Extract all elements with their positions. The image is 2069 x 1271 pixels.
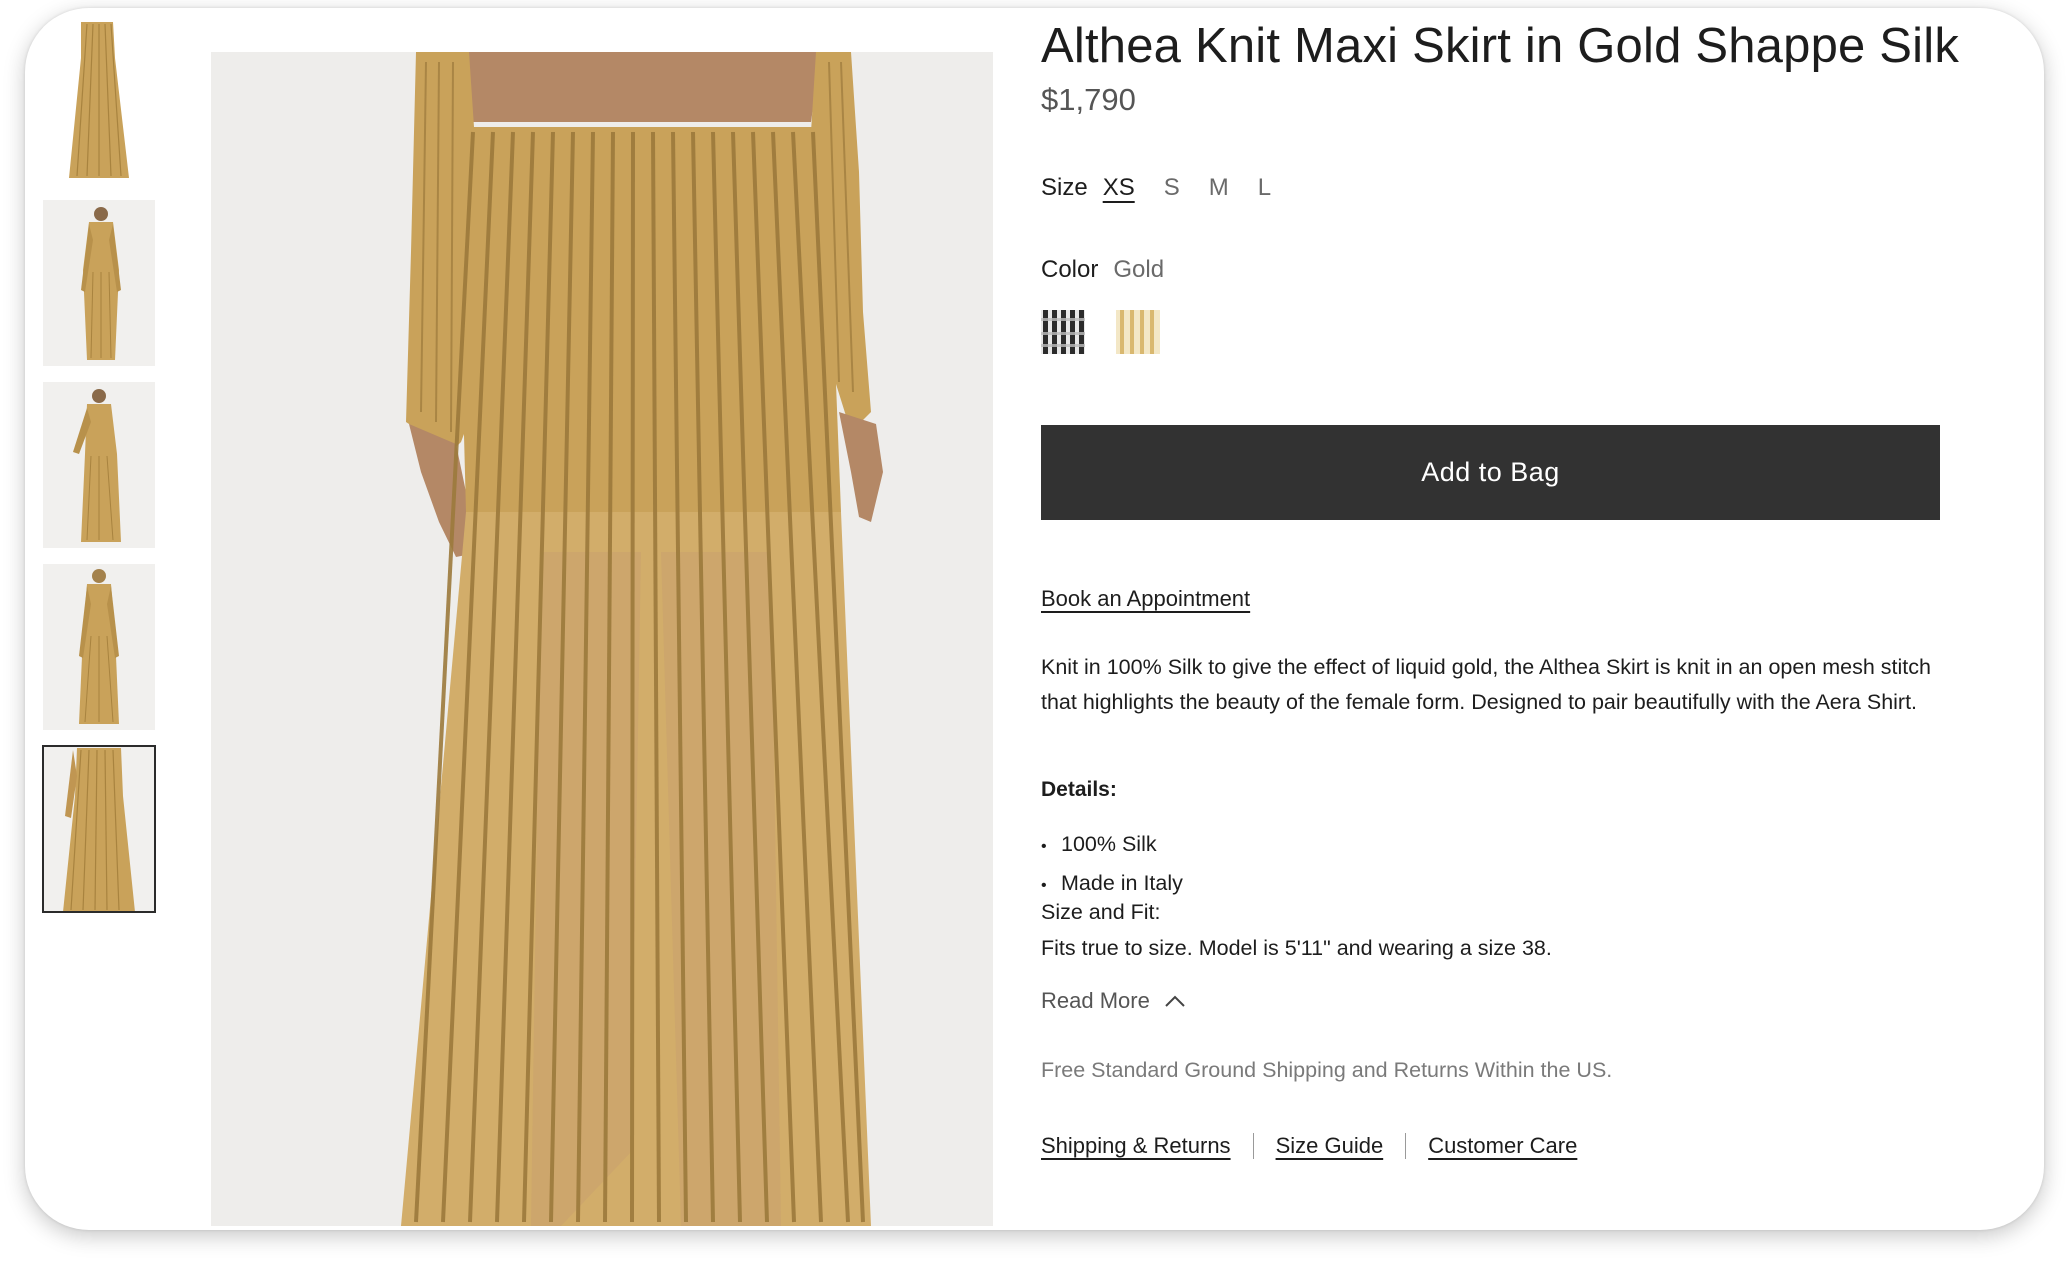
size-label: Size: [1041, 174, 1088, 201]
size-guide-link[interactable]: Size Guide: [1276, 1133, 1384, 1159]
add-to-bag-button[interactable]: Add to Bag: [1041, 425, 1940, 520]
thumbnail-5[interactable]: [42, 745, 156, 913]
product-description: Knit in 100% Silk to give the effect of …: [1041, 655, 1931, 714]
detail-item: 100% Silk: [1041, 826, 1183, 865]
book-appointment-link[interactable]: Book an Appointment: [1041, 586, 1250, 612]
size-option-m[interactable]: M: [1209, 174, 1229, 202]
shipping-returns-link[interactable]: Shipping & Returns: [1041, 1133, 1231, 1159]
thumbnail-4[interactable]: [43, 564, 155, 730]
product-price: $1,790: [1041, 82, 1136, 117]
main-product-image[interactable]: [211, 52, 993, 1226]
size-option-s[interactable]: S: [1164, 174, 1180, 202]
customer-care-link[interactable]: Customer Care: [1428, 1133, 1577, 1159]
read-more-label: Read More: [1041, 988, 1150, 1013]
color-row: Color Gold: [1041, 256, 1164, 284]
thumbnail-2[interactable]: [43, 200, 155, 366]
shipping-note: Free Standard Ground Shipping and Return…: [1041, 1058, 1613, 1082]
link-divider: [1252, 1133, 1254, 1159]
color-value: Gold: [1113, 256, 1165, 283]
detail-item: Made in Italy: [1041, 865, 1183, 904]
thumbnail-3[interactable]: [43, 382, 155, 548]
size-selector: Size XS S M L: [1041, 174, 1300, 202]
product-title: Althea Knit Maxi Skirt in Gold Shappe Si…: [1041, 19, 1960, 73]
details-heading: Details:: [1041, 778, 1117, 801]
swatch-black-white[interactable]: [1041, 310, 1085, 354]
product-page-frame: Althea Knit Maxi Skirt in Gold Shappe Si…: [25, 8, 2044, 1230]
size-option-l[interactable]: L: [1258, 174, 1271, 202]
size-fit-heading: Size and Fit:: [1041, 900, 1161, 924]
swatch-gold[interactable]: [1116, 310, 1160, 354]
size-option-xs[interactable]: XS: [1103, 174, 1135, 202]
read-more-toggle[interactable]: Read More: [1041, 988, 1186, 1014]
color-label: Color: [1041, 256, 1099, 283]
footer-links: Shipping & Returns Size Guide Customer C…: [1041, 1133, 1577, 1159]
link-divider: [1405, 1133, 1407, 1159]
thumbnail-1[interactable]: [43, 18, 155, 184]
size-fit-text: Fits true to size. Model is 5'11" and we…: [1041, 936, 1552, 960]
details-list: 100% Silk Made in Italy: [1041, 826, 1183, 904]
chevron-up-icon: [1165, 995, 1185, 1007]
color-swatches: [1041, 310, 1160, 354]
